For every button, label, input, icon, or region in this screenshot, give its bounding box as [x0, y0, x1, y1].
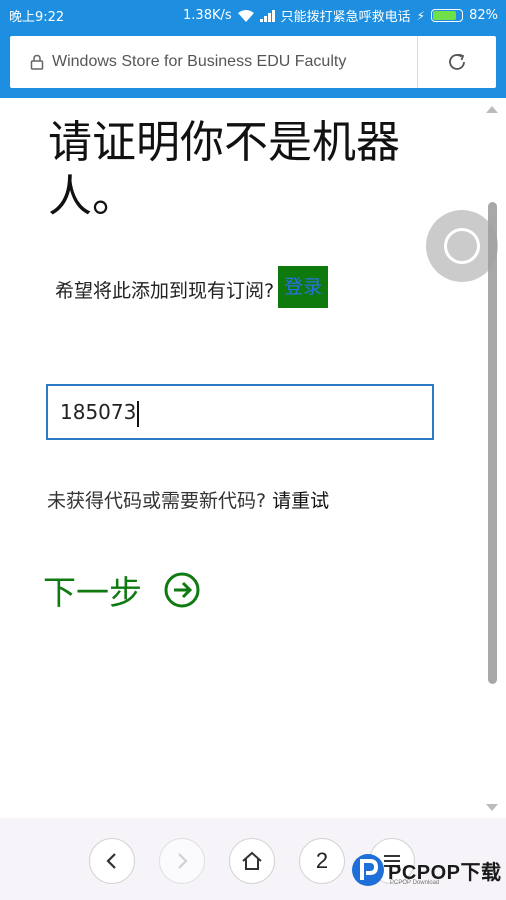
pcpop-logo-icon [352, 854, 384, 886]
resend-row: 未获得代码或需要新代码? 请重试 [47, 486, 329, 513]
charging-icon: ⚡ [416, 8, 426, 23]
address-bar[interactable]: Windows Store for Business EDU Faculty [10, 36, 496, 88]
subscribe-row: 希望将此添加到现有订阅? 登录 [55, 266, 329, 308]
home-icon [242, 851, 262, 870]
chevron-left-icon [106, 853, 116, 869]
battery-percent: 82% [469, 8, 498, 23]
status-time: 晚上9:22 [9, 10, 65, 25]
page-title: 请证明你不是机器人。 [48, 117, 400, 222]
chevron-right-icon [178, 853, 188, 869]
scroll-down-arrow[interactable] [486, 804, 498, 811]
status-bar: 晚上9:22 1.38K/s 只能拨打紧急呼救电话 ⚡ 82% [0, 0, 506, 28]
lock-icon [22, 54, 52, 70]
arrow-right-circle-icon [164, 572, 200, 608]
subscribe-text: 希望将此添加到现有订阅? [55, 279, 275, 302]
circle-icon [444, 228, 480, 264]
scroll-up-arrow[interactable] [486, 106, 498, 113]
tabs-count: 2 [315, 848, 329, 873]
signal-icon [259, 9, 275, 22]
reload-icon [449, 53, 465, 70]
watermark-subtext: PCPOP Download [390, 880, 440, 886]
home-button[interactable] [229, 838, 275, 884]
reload-button[interactable] [418, 36, 496, 88]
tabs-button[interactable]: 2 [299, 838, 345, 884]
address-bar-area: Windows Store for Business EDU Faculty [0, 28, 506, 98]
back-button[interactable] [89, 838, 135, 884]
battery-icon [431, 9, 464, 22]
nocode-text: 未获得代码或需要新代码? [47, 490, 267, 512]
floating-assist-button[interactable] [426, 210, 498, 282]
forward-button[interactable] [159, 838, 205, 884]
wifi-icon [237, 9, 254, 22]
login-button[interactable]: 登录 [278, 266, 329, 308]
page-url[interactable]: Windows Store for Business EDU Faculty [52, 53, 417, 71]
next-label: 下一步 [43, 573, 142, 612]
next-button[interactable]: 下一步 [43, 566, 200, 614]
verification-code-input[interactable]: 185073 [46, 384, 434, 440]
scrollbar-thumb[interactable] [488, 202, 497, 684]
retry-link[interactable]: 请重试 [272, 490, 329, 512]
network-speed: 1.38K/s [183, 8, 232, 23]
text-caret [137, 400, 139, 427]
watermark: PCPOP下载 PCPOP Download [350, 852, 502, 888]
code-value: 185073 [60, 400, 137, 424]
emergency-text: 只能拨打紧急呼救电话 [280, 10, 411, 25]
